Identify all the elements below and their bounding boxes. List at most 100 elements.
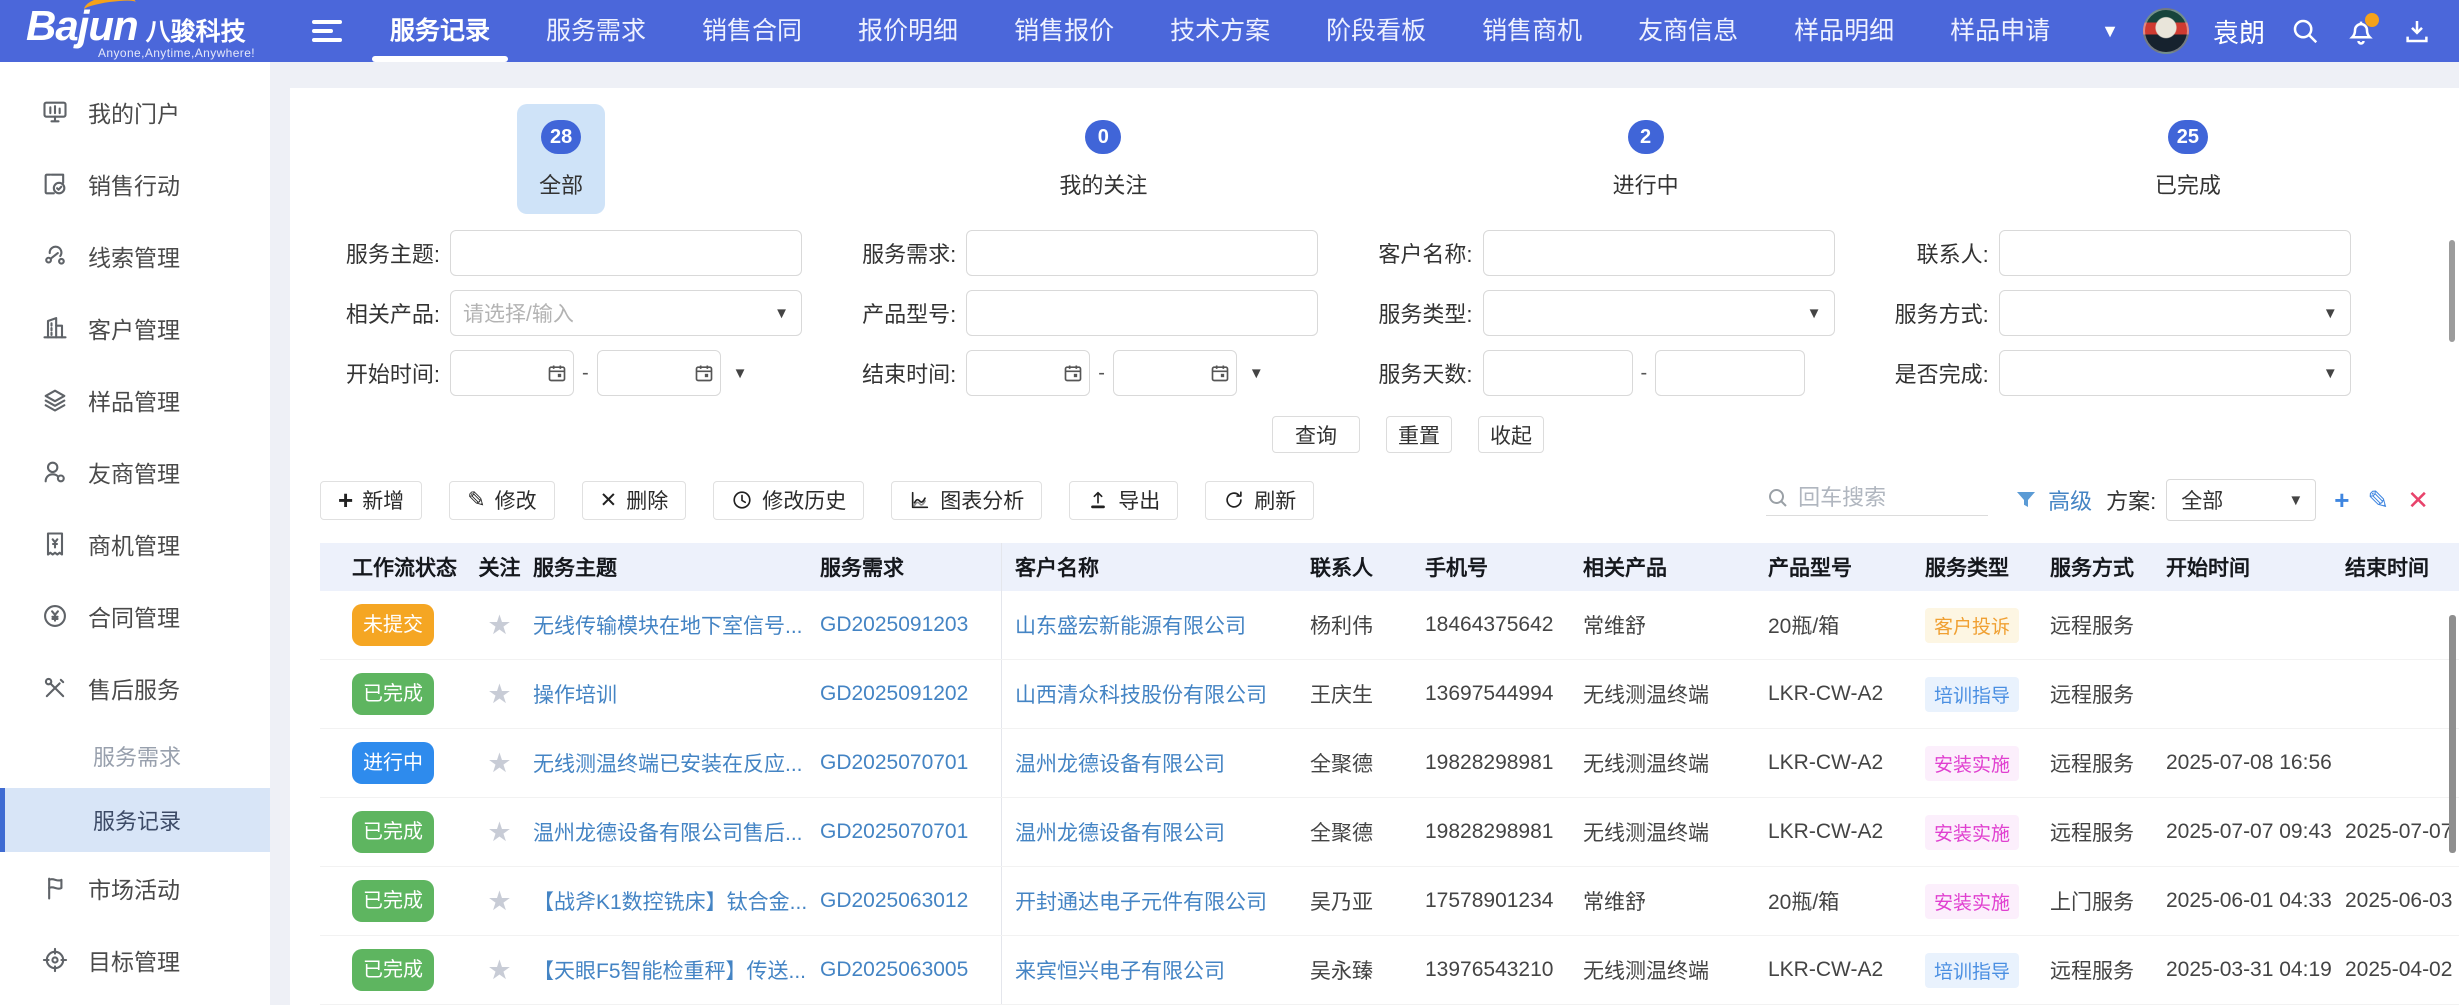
service-demand-link[interactable]: GD2025091202 xyxy=(820,682,968,706)
summary-card-我的关注[interactable]: 0 我的关注 xyxy=(832,104,1374,214)
service-demand-link[interactable]: GD2025063005 xyxy=(820,958,968,982)
service-demand-link[interactable]: GD2025063012 xyxy=(820,889,968,913)
end-date-to-input[interactable] xyxy=(1113,350,1237,396)
table-row[interactable]: 未提交 ★ 无线传输模块在地下室信号... GD2025091203 山东盛宏新… xyxy=(320,591,2459,660)
customer-name-link[interactable]: 来宾恒兴电子有限公司 xyxy=(1015,955,1225,985)
page-scrollbar-thumb[interactable] xyxy=(2449,240,2455,342)
top-nav-tab-友商信息[interactable]: 友商信息 xyxy=(1610,0,1766,62)
demand-filter-input[interactable] xyxy=(966,230,1318,276)
advanced-search-link[interactable]: 高级 xyxy=(2048,484,2092,516)
table-row[interactable]: 已完成 ★ 【战斧K1数控铣床】钛合金... GD2025063012 开封通达… xyxy=(320,867,2459,936)
toolbar-button-图表分析[interactable]: 图表分析 xyxy=(891,481,1042,520)
add-plan-icon[interactable]: + xyxy=(2334,487,2349,513)
product-filter-select[interactable]: 请选择/输入 ▼ xyxy=(450,290,802,336)
top-nav-tab-销售商机[interactable]: 销售商机 xyxy=(1454,0,1610,62)
top-nav-tab-阶段看板[interactable]: 阶段看板 xyxy=(1298,0,1454,62)
top-nav-tab-报价明细[interactable]: 报价明细 xyxy=(830,0,986,62)
customer-name-link[interactable]: 温州龙德设备有限公司 xyxy=(1015,817,1225,847)
smode-filter-select[interactable]: ▼ xyxy=(1999,290,2351,336)
top-nav-tab-销售报价[interactable]: 销售报价 xyxy=(986,0,1142,62)
collapse-button[interactable]: 收起 xyxy=(1478,416,1544,453)
customer-name-link[interactable]: 山西清众科技股份有限公司 xyxy=(1015,679,1267,709)
sidebar-subitem-服务需求[interactable]: 服务需求 xyxy=(0,724,270,788)
stype-filter-select[interactable]: ▼ xyxy=(1483,290,1835,336)
sidebar-item-销售行动[interactable]: 销售行动 xyxy=(0,148,270,220)
service-demand-link[interactable]: GD2025070701 xyxy=(820,820,968,844)
filter-funnel-icon[interactable] xyxy=(2014,488,2038,512)
start-date-from-input[interactable] xyxy=(450,350,574,396)
user-avatar[interactable] xyxy=(2143,8,2189,54)
model-filter-input[interactable] xyxy=(966,290,1318,336)
service-topic-link[interactable]: 【战斧K1数控铣床】钛合金... xyxy=(533,886,807,916)
top-nav-tab-销售合同[interactable]: 销售合同 xyxy=(674,0,830,62)
sidebar-item-售后服务[interactable]: 售后服务 xyxy=(0,652,270,724)
contact-filter-input[interactable] xyxy=(1999,230,2351,276)
reset-button[interactable]: 重置 xyxy=(1386,416,1452,453)
topic-filter-input[interactable] xyxy=(450,230,802,276)
favorite-star-icon[interactable]: ★ xyxy=(487,610,511,641)
top-nav-tab-样品申请[interactable]: 样品申请 xyxy=(1922,0,2078,62)
toolbar-button-修改[interactable]: ✎ 修改 xyxy=(449,481,554,520)
sidebar-item-样品管理[interactable]: 样品管理 xyxy=(0,364,270,436)
table-row[interactable]: 已完成 ★ 温州龙德设备有限公司售后... GD2025070701 温州龙德设… xyxy=(320,798,2459,867)
favorite-star-icon[interactable]: ★ xyxy=(487,679,511,710)
top-nav-tab-服务记录[interactable]: 服务记录 xyxy=(362,0,518,62)
table-row[interactable]: 已完成 ★ 操作培训 GD2025091202 山西清众科技股份有限公司 王庆生… xyxy=(320,660,2459,729)
done-filter-select[interactable]: ▼ xyxy=(1999,350,2351,396)
start-date-to-input[interactable] xyxy=(597,350,721,396)
table-row[interactable]: 已完成 ★ 【天眼F5智能检重秤】传送... GD2025063005 来宾恒兴… xyxy=(320,936,2459,1005)
sidebar-item-我的门户[interactable]: 我的门户 xyxy=(0,76,270,148)
top-nav-tab-技术方案[interactable]: 技术方案 xyxy=(1142,0,1298,62)
sidebar-item-商机管理[interactable]: 商机管理 xyxy=(0,508,270,580)
notifications-bell-icon[interactable] xyxy=(2345,15,2377,47)
end-date-from-input[interactable] xyxy=(966,350,1090,396)
customer-name-link[interactable]: 山东盛宏新能源有限公司 xyxy=(1015,610,1246,640)
toolbar-button-刷新[interactable]: 刷新 xyxy=(1205,481,1314,520)
sidebar-item-线索管理[interactable]: 线索管理 xyxy=(0,220,270,292)
sidebar-item-客户管理[interactable]: 客户管理 xyxy=(0,292,270,364)
service-topic-link[interactable]: 温州龙德设备有限公司售后... xyxy=(533,817,803,847)
sidebar-item-友商管理[interactable]: 友商管理 xyxy=(0,436,270,508)
favorite-star-icon[interactable]: ★ xyxy=(487,955,511,986)
customer-name-link[interactable]: 开封通达电子元件有限公司 xyxy=(1015,886,1267,916)
edit-plan-icon[interactable]: ✎ xyxy=(2367,487,2389,513)
customer-name-link[interactable]: 温州龙德设备有限公司 xyxy=(1015,748,1225,778)
summary-card-全部[interactable]: 28 全部 xyxy=(290,104,832,214)
plan-select[interactable]: 全部 ▼ xyxy=(2166,479,2316,521)
query-button[interactable]: 查询 xyxy=(1272,416,1360,453)
toolbar-button-修改历史[interactable]: 修改历史 xyxy=(713,481,864,520)
user-name[interactable]: 袁朗 xyxy=(2213,13,2265,50)
summary-card-进行中[interactable]: 2 进行中 xyxy=(1375,104,1917,214)
more-menus-caret-icon[interactable]: ▼ xyxy=(2101,21,2119,42)
summary-card-已完成[interactable]: 25 已完成 xyxy=(1917,104,2459,214)
search-icon[interactable] xyxy=(2289,15,2321,47)
service-topic-link[interactable]: 操作培训 xyxy=(533,679,617,709)
start-range-preset-caret-icon[interactable]: ▼ xyxy=(733,365,748,382)
favorite-star-icon[interactable]: ★ xyxy=(487,886,511,917)
delete-plan-icon[interactable]: ✕ xyxy=(2407,487,2429,513)
menu-hamburger-icon[interactable] xyxy=(312,20,342,42)
days-max-input[interactable] xyxy=(1655,350,1805,396)
toolbar-button-删除[interactable]: ✕ 删除 xyxy=(582,481,687,520)
favorite-star-icon[interactable]: ★ xyxy=(487,817,511,848)
sidebar-item-目标管理[interactable]: 目标管理 xyxy=(0,924,270,996)
days-min-input[interactable] xyxy=(1483,350,1633,396)
top-nav-tab-样品明细[interactable]: 样品明细 xyxy=(1766,0,1922,62)
sidebar-subitem-服务记录[interactable]: 服务记录 xyxy=(0,788,270,852)
toolbar-button-导出[interactable]: 导出 xyxy=(1069,481,1178,520)
service-topic-link[interactable]: 无线传输模块在地下室信号... xyxy=(533,610,803,640)
service-topic-link[interactable]: 无线测温终端已安装在反应... xyxy=(533,748,803,778)
service-demand-link[interactable]: GD2025091203 xyxy=(820,613,968,637)
end-range-preset-caret-icon[interactable]: ▼ xyxy=(1249,365,1264,382)
quick-search-input[interactable] xyxy=(1798,485,1978,511)
download-icon[interactable] xyxy=(2401,15,2433,47)
service-demand-link[interactable]: GD2025070701 xyxy=(820,751,968,775)
table-scrollbar-thumb[interactable] xyxy=(2449,615,2456,853)
sidebar-item-合同管理[interactable]: 合同管理 xyxy=(0,580,270,652)
customer-filter-input[interactable] xyxy=(1483,230,1835,276)
table-row[interactable]: 进行中 ★ 无线测温终端已安装在反应... GD2025070701 温州龙德设… xyxy=(320,729,2459,798)
sidebar-item-市场活动[interactable]: 市场活动 xyxy=(0,852,270,924)
favorite-star-icon[interactable]: ★ xyxy=(487,748,511,779)
toolbar-button-新增[interactable]: + 新增 xyxy=(320,481,422,520)
top-nav-tab-服务需求[interactable]: 服务需求 xyxy=(518,0,674,62)
